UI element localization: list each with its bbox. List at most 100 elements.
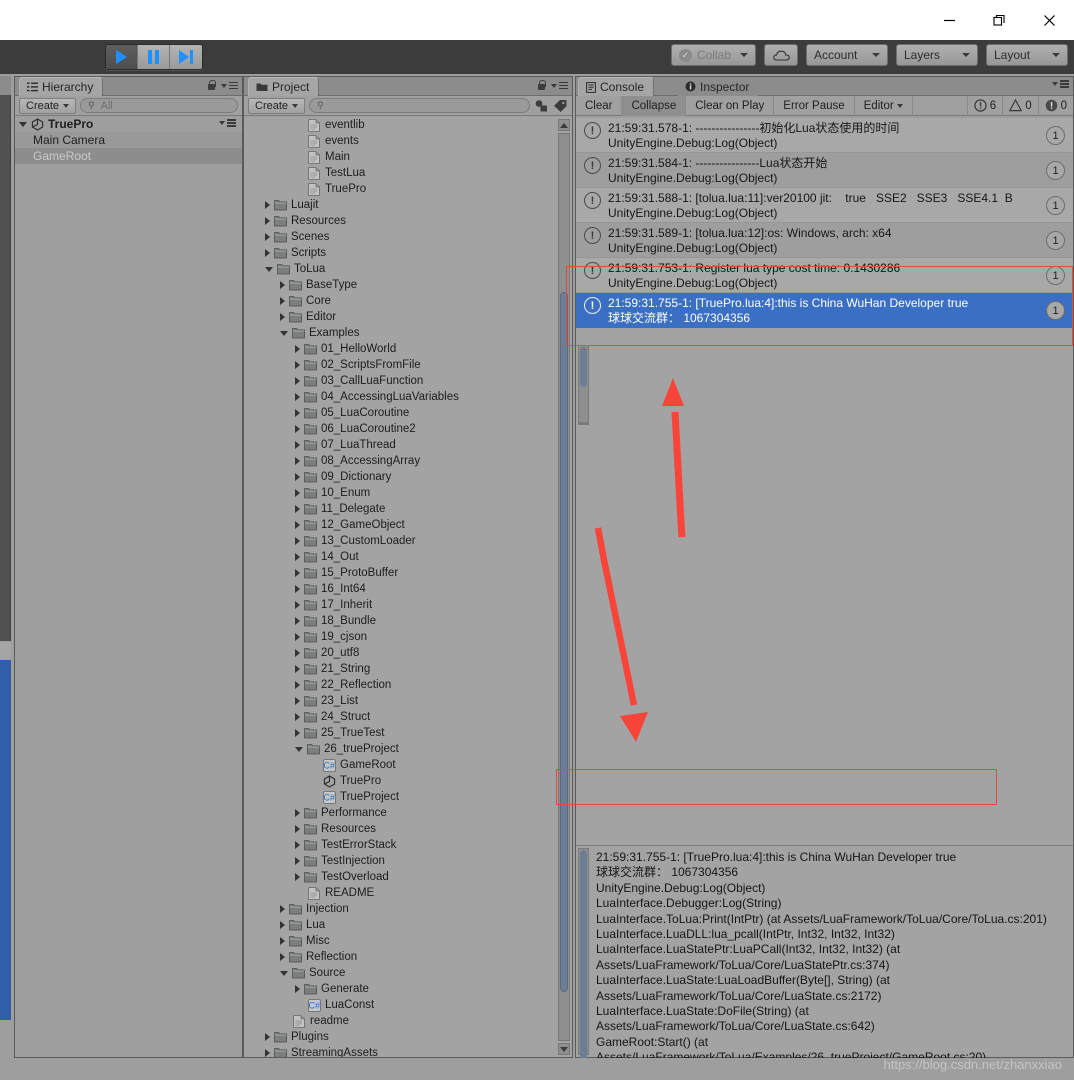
chevron-right-icon[interactable] (295, 681, 300, 689)
chevron-right-icon[interactable] (295, 521, 300, 529)
project-tree-row[interactable]: 07_LuaThread (244, 437, 572, 453)
console-log-entry[interactable]: ! 21:59:31.753-1: Register lua type cost … (576, 258, 1073, 293)
tab-inspector[interactable]: Inspector (678, 77, 759, 96)
project-search-input[interactable]: ⚲ (309, 98, 530, 113)
hierarchy-item-main-camera[interactable]: Main Camera (15, 132, 242, 148)
minimize-button[interactable] (924, 0, 974, 40)
project-tree-row[interactable]: Luajit (244, 197, 572, 213)
cloud-services-button[interactable] (764, 44, 798, 66)
chevron-right-icon[interactable] (265, 217, 270, 225)
chevron-right-icon[interactable] (295, 505, 300, 513)
project-tree-row[interactable]: TruePro (244, 181, 572, 197)
chevron-right-icon[interactable] (295, 345, 300, 353)
chevron-right-icon[interactable] (295, 985, 300, 993)
project-tree-row[interactable]: Scenes (244, 229, 572, 245)
project-tree-row[interactable]: 23_List (244, 693, 572, 709)
project-tree-row[interactable]: 08_AccessingArray (244, 453, 572, 469)
console-button-error-pause[interactable]: Error Pause (774, 95, 855, 116)
console-log-entry[interactable]: ! 21:59:31.584-1: ----------------Lua状态开始… (576, 153, 1073, 188)
project-tree-row[interactable]: 06_LuaCoroutine2 (244, 421, 572, 437)
project-scroll-up-arrow[interactable] (558, 119, 570, 131)
project-tree-row[interactable]: C# LuaConst (244, 997, 572, 1013)
chevron-right-icon[interactable] (295, 601, 300, 609)
chevron-right-icon[interactable] (295, 713, 300, 721)
chevron-right-icon[interactable] (295, 585, 300, 593)
hierarchy-search-input[interactable]: ⚲ All (80, 98, 238, 113)
console-log-entry[interactable]: ! 21:59:31.578-1: ----------------初始化Lua状… (576, 118, 1073, 153)
project-tree-row[interactable]: 19_cjson (244, 629, 572, 645)
project-tree-row[interactable]: Reflection (244, 949, 572, 965)
restore-button[interactable] (974, 0, 1024, 40)
console-button-clear-on-play[interactable]: Clear on Play (686, 95, 775, 116)
project-tree-row[interactable]: Resources (244, 821, 572, 837)
chevron-right-icon[interactable] (295, 617, 300, 625)
project-tree-row[interactable]: readme (244, 1013, 572, 1029)
project-tree-row[interactable]: Lua (244, 917, 572, 933)
project-tree-row[interactable]: Examples (244, 325, 572, 341)
detail-scroll-thumb[interactable] (580, 850, 587, 1080)
warning-count-cell[interactable]: 0 (1002, 95, 1037, 116)
chevron-right-icon[interactable] (295, 697, 300, 705)
chevron-right-icon[interactable] (295, 873, 300, 881)
project-tree-row[interactable]: C# TrueProject (244, 789, 572, 805)
lock-icon[interactable] (537, 80, 546, 91)
chevron-right-icon[interactable] (295, 489, 300, 497)
layout-dropdown[interactable]: Layout (986, 44, 1068, 66)
project-tree-row[interactable]: 26_trueProject (244, 741, 572, 757)
chevron-right-icon[interactable] (265, 249, 270, 257)
step-button[interactable] (170, 45, 202, 69)
chevron-right-icon[interactable] (295, 393, 300, 401)
chevron-right-icon[interactable] (295, 425, 300, 433)
project-create-button[interactable]: Create (248, 97, 306, 114)
error-count-cell[interactable]: 0 (1037, 95, 1073, 116)
lock-icon[interactable] (207, 80, 216, 91)
tab-project[interactable]: Project (248, 77, 320, 96)
project-tree-row[interactable]: 05_LuaCoroutine (244, 405, 572, 421)
console-list-scroll-thumb[interactable] (580, 347, 587, 387)
console-detail-pane[interactable]: 21:59:31.755-1: [TruePro.lua:4]:this is … (576, 845, 1073, 1080)
chevron-right-icon[interactable] (265, 201, 270, 209)
chevron-right-icon[interactable] (280, 921, 285, 929)
project-tree-row[interactable]: 12_GameObject (244, 517, 572, 533)
chevron-right-icon[interactable] (295, 553, 300, 561)
project-tree-row[interactable]: ToLua (244, 261, 572, 277)
console-button-clear[interactable]: Clear (576, 95, 623, 116)
chevron-right-icon[interactable] (295, 665, 300, 673)
project-tree-row[interactable]: Plugins (244, 1029, 572, 1045)
tab-hierarchy[interactable]: Hierarchy (19, 77, 104, 96)
project-tree-row[interactable]: events (244, 133, 572, 149)
chevron-down-icon[interactable] (265, 266, 273, 272)
filter-by-label-icon[interactable] (553, 99, 568, 113)
chevron-right-icon[interactable] (280, 281, 285, 289)
project-tree-row[interactable]: Source (244, 965, 572, 981)
project-tree-row[interactable]: TestLua (244, 165, 572, 181)
project-tree-row[interactable]: 24_Struct (244, 709, 572, 725)
chevron-right-icon[interactable] (295, 809, 300, 817)
play-button[interactable] (106, 45, 138, 69)
hierarchy-item-truepro[interactable]: TruePro (15, 116, 242, 132)
project-tree-row[interactable]: Main (244, 149, 572, 165)
chevron-right-icon[interactable] (295, 841, 300, 849)
chevron-right-icon[interactable] (295, 361, 300, 369)
project-tree-row[interactable]: 03_CallLuaFunction (244, 373, 572, 389)
chevron-right-icon[interactable] (295, 473, 300, 481)
chevron-down-icon[interactable] (280, 970, 288, 976)
chevron-right-icon[interactable] (295, 441, 300, 449)
project-tree-row[interactable]: Performance (244, 805, 572, 821)
console-log-entry[interactable]: ! 21:59:31.588-1: [tolua.lua:11]:ver20100… (576, 188, 1073, 223)
panel-menu-icon[interactable] (221, 81, 238, 90)
project-tree-row[interactable]: 17_Inherit (244, 597, 572, 613)
project-tree-row[interactable]: TestInjection (244, 853, 572, 869)
chevron-right-icon[interactable] (295, 729, 300, 737)
project-tree-row[interactable]: C# GameRoot (244, 757, 572, 773)
chevron-right-icon[interactable] (280, 953, 285, 961)
filter-by-type-icon[interactable] (534, 99, 549, 113)
chevron-down-icon[interactable] (19, 121, 27, 127)
project-tree-row[interactable]: StreamingAssets (244, 1045, 572, 1057)
chevron-right-icon[interactable] (295, 649, 300, 657)
project-tree-row[interactable]: Scripts (244, 245, 572, 261)
project-tree-row[interactable]: 16_Int64 (244, 581, 572, 597)
chevron-right-icon[interactable] (295, 633, 300, 641)
chevron-right-icon[interactable] (295, 857, 300, 865)
chevron-right-icon[interactable] (265, 1033, 270, 1041)
